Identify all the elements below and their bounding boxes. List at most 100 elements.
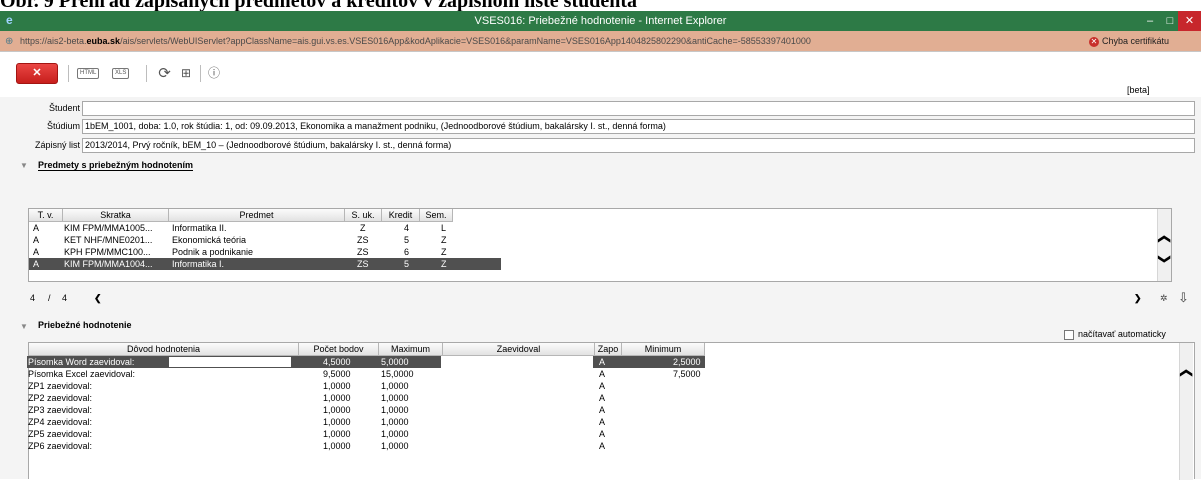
table-row[interactable]: ZP2 zaevidoval: 1,0000 1,0000 A [27, 392, 1177, 404]
cell-reason: ZP2 zaevidoval: [28, 393, 93, 403]
cell-name: Informatika I. [172, 259, 225, 269]
cell-min: 7,5000 [673, 369, 701, 379]
user-name [1045, 81, 1125, 91]
evaluation-table: Dôvod hodnotenia Počet bodov Maximum Zae… [27, 342, 1195, 480]
pager-current[interactable]: 4 [30, 292, 35, 304]
url-text[interactable]: https://ais2-beta.euba.sk/ais/servlets/W… [20, 36, 811, 47]
table-row[interactable]: Písomka Excel zaevidoval: 9,5000 15,0000… [27, 368, 1177, 380]
collapse-icon[interactable]: ▼ [20, 322, 28, 331]
cell-tv: A [33, 223, 40, 233]
cell-zapo: A [599, 357, 606, 367]
cell-zapo: A [599, 441, 606, 451]
gear-icon[interactable]: ✲ [1160, 293, 1168, 304]
column-header[interactable]: Predmet [169, 209, 345, 222]
cell-points: 4,5000 [323, 357, 351, 367]
column-header[interactable]: S. uk. [345, 209, 382, 222]
table-row-selected[interactable]: Písomka Word zaevidoval: 4,5000 5,0000 A… [27, 356, 705, 368]
download-icon[interactable]: ⇩ [1178, 290, 1189, 306]
cell-sem: Z [441, 259, 447, 269]
cell-max: 1,0000 [381, 393, 409, 403]
table-row[interactable]: ZP4 zaevidoval: 1,0000 1,0000 A [27, 416, 1177, 428]
cell-max: 1,0000 [381, 441, 409, 451]
cell-reason: Písomka Excel zaevidoval: [28, 369, 136, 379]
cell-zapo: A [599, 381, 606, 391]
cell-max: 1,0000 [381, 381, 409, 391]
cell-reason: ZP1 zaevidoval: [28, 381, 93, 391]
table-row[interactable]: ZP6 zaevidoval: 1,0000 1,0000 A [27, 440, 1177, 452]
certificate-error-button[interactable]: ✕ Chyba certifikátu [1089, 35, 1201, 47]
column-header[interactable]: Počet bodov [299, 343, 379, 356]
window-title: VSES016: Priebežné hodnotenie - Internet… [474, 15, 727, 27]
cell-name: Ekonomická teória [172, 235, 247, 245]
subjects-table: T. v. Skratka Predmet S. uk. Kredit Sem.… [28, 208, 1172, 282]
cell-reason: ZP5 zaevidoval: [28, 429, 93, 439]
cell-max: 1,0000 [381, 429, 409, 439]
beta-label: [beta] [1127, 85, 1150, 95]
main-panel: Študent Štúdium 1bEM_1001, doba: 1.0, ro… [0, 97, 1201, 480]
tree-icon[interactable]: ⊞ [178, 64, 194, 83]
info-icon[interactable]: ⓘ [207, 64, 221, 83]
column-header[interactable]: Minimum [622, 343, 705, 356]
table-row[interactable]: A KET NHF/MNE0201... Ekonomická teória Z… [29, 234, 1157, 246]
enroll-field: 2013/2014, Prvý ročník, bEM_10 – (Jednoo… [82, 138, 1195, 153]
toolbar-separator [146, 65, 147, 82]
cell-max: 1,0000 [381, 405, 409, 415]
toolbar-separator [68, 65, 69, 82]
reload-icon[interactable]: ⟳ [157, 64, 172, 83]
cell-tv: A [33, 235, 40, 245]
cell-zapo: A [599, 417, 606, 427]
table-row[interactable]: ZP1 zaevidoval: 1,0000 1,0000 A [27, 380, 1177, 392]
autoload-checkbox[interactable] [1064, 330, 1074, 340]
table-row[interactable]: A KIM FPM/MMA1005... Informatika II. Z 4… [29, 222, 1157, 234]
redacted-name [169, 357, 291, 367]
table-row-selected[interactable]: A KIM FPM/MMA1004... Informatika I. ZS 5… [29, 258, 501, 270]
cell-suk: Z [360, 223, 366, 233]
table-row[interactable]: A KPH FPM/MMC100... Podnik a podnikanie … [29, 246, 1157, 258]
scroll-up-icon[interactable]: ❮ [1158, 233, 1172, 245]
cell-max: 1,0000 [381, 417, 409, 427]
pager-next-icon[interactable]: ❯ [1134, 292, 1142, 304]
column-header[interactable]: Maximum [379, 343, 443, 356]
student-field [82, 101, 1195, 116]
cell-suk: ZS [357, 247, 369, 257]
scroll-up-icon[interactable]: ❮ [1180, 367, 1194, 379]
collapse-icon[interactable]: ▼ [20, 161, 28, 170]
evaluation-section-title: Priebežné hodnotenie [38, 320, 132, 330]
window-titlebar: e VSES016: Priebežné hodnotenie - Intern… [0, 11, 1201, 31]
document-caption: Obr. 9 Prehľad zapísaných predmetov a kr… [0, 0, 1201, 11]
cell-tv: A [33, 259, 40, 269]
autoload-label: načítavať automaticky [1078, 329, 1166, 339]
cell-sem: Z [441, 235, 447, 245]
column-header[interactable]: Sem. [420, 209, 453, 222]
cell-reason: ZP3 zaevidoval: [28, 405, 93, 415]
column-header[interactable]: Dôvod hodnotenia [29, 343, 299, 356]
minimize-button[interactable]: – [1139, 11, 1161, 31]
table-row[interactable]: ZP5 zaevidoval: 1,0000 1,0000 A [27, 428, 1177, 440]
close-window-button[interactable]: ✕ [1178, 11, 1201, 31]
app-toolbar: ✕ HTML XLS ⟳ ⊞ ⓘ [beta] [0, 52, 1201, 97]
cell-max: 5,0000 [381, 357, 409, 367]
cell-zapo: A [599, 429, 606, 439]
evaluation-scrollbar[interactable]: ❮ [1179, 343, 1194, 480]
column-header[interactable]: T. v. [29, 209, 63, 222]
xls-export-button[interactable]: XLS [112, 68, 130, 79]
html-export-button[interactable]: HTML [77, 68, 100, 79]
address-bar[interactable]: ⊕ https://ais2-beta.euba.sk/ais/servlets… [0, 31, 1201, 52]
cell-max: 15,0000 [381, 369, 414, 379]
column-header[interactable]: Zapo [595, 343, 622, 356]
close-app-button[interactable]: ✕ [16, 63, 58, 84]
column-header[interactable]: Kredit [382, 209, 420, 222]
cell-credit: 4 [404, 223, 410, 233]
pager-prev-icon[interactable]: ❮ [94, 292, 102, 304]
column-header[interactable]: Skratka [63, 209, 169, 222]
table-row[interactable]: ZP3 zaevidoval: 1,0000 1,0000 A [27, 404, 1177, 416]
cell-points: 1,0000 [323, 393, 351, 403]
cell-reason: ZP6 zaevidoval: [28, 441, 93, 451]
column-header[interactable]: Zaevidoval [443, 343, 595, 356]
cell-name: Informatika II. [172, 223, 227, 233]
cell-credit: 5 [404, 235, 410, 245]
cell-suk: ZS [357, 259, 369, 269]
scroll-down-icon[interactable]: ❯ [1158, 253, 1172, 265]
study-field: 1bEM_1001, doba: 1.0, rok štúdia: 1, od:… [82, 119, 1195, 134]
subjects-scrollbar[interactable]: ❮ ❯ [1157, 209, 1172, 281]
